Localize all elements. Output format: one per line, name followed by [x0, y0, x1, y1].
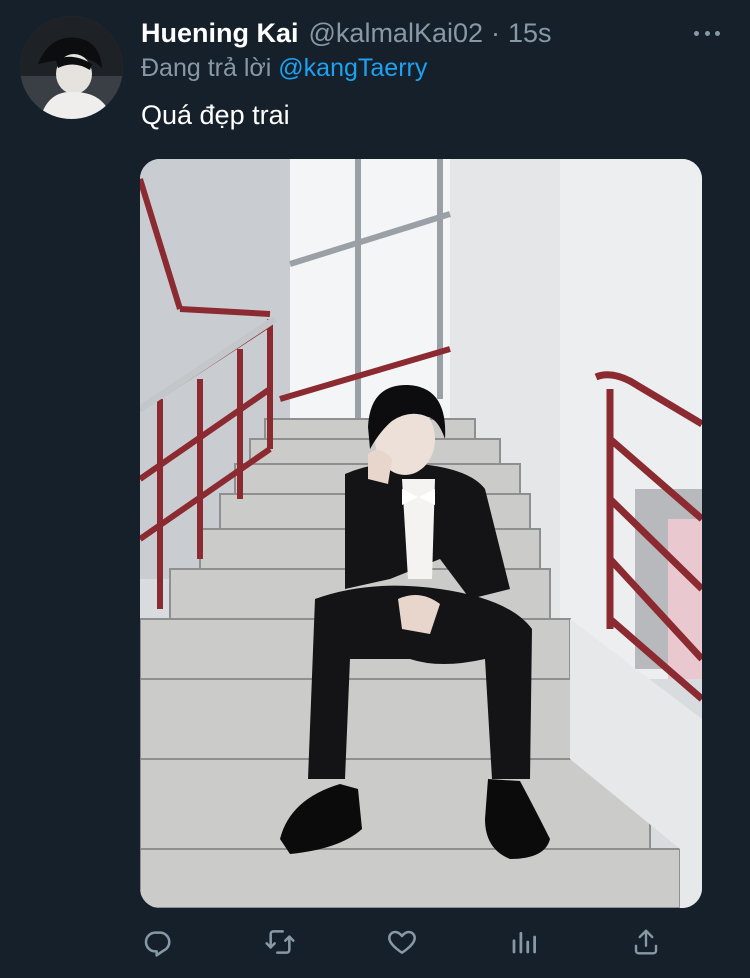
tweet-header: Huening Kai @kalmalKai02 · 15s [141, 16, 690, 50]
timestamp[interactable]: 15s [508, 18, 552, 49]
reply-icon[interactable] [138, 920, 178, 964]
tweet-text: Quá đẹp trai [141, 100, 290, 130]
reply-prefix: Đang trả lời [141, 54, 272, 82]
analytics-icon[interactable] [504, 920, 544, 964]
tweet-actions [140, 920, 660, 964]
replying-to: Đang trả lời @kangTaerry [141, 54, 427, 83]
like-icon[interactable] [382, 920, 422, 964]
avatar-image [20, 16, 123, 119]
separator-dot: · [491, 17, 501, 48]
avatar[interactable] [20, 16, 123, 119]
share-icon[interactable] [626, 920, 666, 964]
photo-image [140, 159, 702, 908]
reply-mention-link[interactable]: @kangTaerry [278, 54, 427, 82]
retweet-icon[interactable] [260, 920, 300, 964]
more-dots-icon[interactable] [694, 22, 720, 44]
display-name[interactable]: Huening Kai [141, 18, 299, 49]
tweet[interactable]: Huening Kai @kalmalKai02 · 15s Đang trả … [0, 0, 750, 978]
user-handle[interactable]: @kalmalKai02 [309, 18, 484, 49]
tweet-media-photo[interactable] [140, 159, 702, 908]
